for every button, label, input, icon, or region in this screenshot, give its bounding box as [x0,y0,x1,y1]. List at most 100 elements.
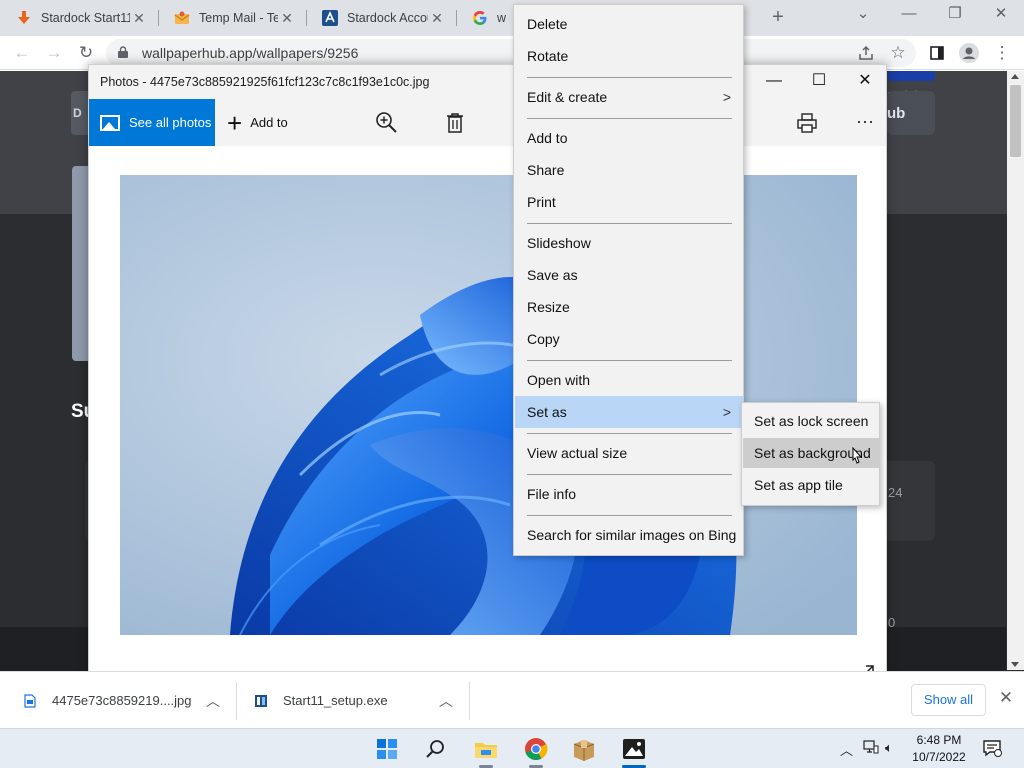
minimize-browser-button[interactable]: — [886,0,932,30]
menu-item-delete[interactable]: Delete [515,8,743,40]
chrome-icon[interactable] [522,735,550,763]
tab-temp-mail[interactable]: Temp Mail - Temp ✕ [158,0,306,36]
notification-center-icon[interactable] [982,739,1002,757]
download-item-chevron-icon[interactable]: ︿ [206,672,220,729]
package-box-icon[interactable] [570,735,598,763]
chevron-right-icon: > [722,89,731,105]
share-icon[interactable] [853,40,879,66]
photos-command-bar: See all photos + Add to ··· [89,99,886,146]
download-item[interactable]: Start11_setup.exe [255,672,388,729]
menu-item-print[interactable]: Print [515,186,743,218]
mail-icon [174,10,190,26]
forward-arrow-icon[interactable]: → [41,40,67,66]
print-icon[interactable] [795,111,819,135]
menu-item-label: Edit & create [527,89,608,105]
menu-separator [527,360,732,361]
menu-item-view-actual-size[interactable]: View actual size [515,437,743,469]
scrollbar-thumb[interactable] [1010,85,1021,157]
add-to-button[interactable]: + Add to [227,99,288,146]
back-arrow-icon[interactable]: ← [9,40,35,66]
close-browser-button[interactable]: ✕ [978,0,1024,30]
exe-file-icon [255,694,267,708]
tab-close-icon[interactable]: ✕ [428,10,446,27]
menu-item-label: Print [527,194,556,210]
menu-item-label: Slideshow [527,235,591,251]
tab-stardock-start11[interactable]: Stardock Start11 ✕ [0,0,158,36]
menu-item-share[interactable]: Share [515,154,743,186]
menu-item-label: Save as [527,267,578,283]
menu-item-slideshow[interactable]: Slideshow [515,227,743,259]
photos-app-icon[interactable] [620,735,648,763]
volume-icon[interactable]: 🔈︎ [885,740,893,756]
download-separator [469,682,470,720]
menu-item-add-to[interactable]: Add to [515,122,743,154]
start-windows-icon[interactable] [373,735,401,763]
url-text: wallpaperhub.app/wallpapers/9256 [142,45,359,61]
page-hub-button[interactable]: ub [887,91,935,135]
menu-item-edit-create[interactable]: Edit & create > [515,81,743,113]
show-all-downloads-button[interactable]: Show all [911,684,986,716]
submenu-item-app-tile[interactable]: Set as app tile [743,470,879,500]
download-file-name: Start11_setup.exe [283,693,388,708]
menu-separator [527,474,732,475]
zoom-in-icon[interactable] [375,111,399,135]
tab-title: Stardock Account [347,11,428,25]
more-menu-icon[interactable]: ⋮ [989,40,1015,66]
menu-item-search-bing[interactable]: Search for similar images on Bing [515,519,743,551]
taskbar-clock[interactable]: 6:48 PM 10/7/2022 [910,732,968,766]
address-bar[interactable]: wallpaperhub.app/wallpapers/9256 [106,39,916,67]
side-panel-icon[interactable] [924,40,950,66]
menu-item-set-as[interactable]: Set as > [515,396,743,428]
tab-stardock-account[interactable]: Stardock Account ✕ [306,0,456,36]
menu-item-save-as[interactable]: Save as [515,259,743,291]
download-shelf: 4475e73c8859219....jpg ︿ Start11_setup.e… [0,671,1024,728]
menu-item-label: Set as [527,404,567,420]
download-item-chevron-icon[interactable]: ︿ [439,672,453,729]
menu-item-label: Search for similar images on Bing [527,527,737,543]
close-download-shelf-icon[interactable]: ✕ [996,688,1016,708]
show-hidden-icons-chevron-icon[interactable]: ︿ [840,740,853,759]
submenu-item-lock-screen[interactable]: Set as lock screen [743,406,879,436]
menu-item-resize[interactable]: Resize [515,291,743,323]
file-explorer-icon[interactable] [472,735,500,763]
profile-avatar-icon[interactable] [956,40,982,66]
reload-icon[interactable]: ↻ [73,40,99,66]
menu-item-file-info[interactable]: File info [515,478,743,510]
scroll-down-arrow-icon[interactable] [1011,662,1019,667]
network-icon[interactable] [863,740,879,757]
delete-trash-icon[interactable] [443,111,467,135]
restore-browser-button[interactable]: ❐ [932,0,978,30]
menu-item-label: Delete [527,16,568,32]
photos-maximize-button[interactable]: ☐ [796,65,842,99]
menu-item-rotate[interactable]: Rotate [515,40,743,72]
page-scrollbar[interactable] [1007,71,1024,670]
photos-app-window: Photos - 4475e73c885921925f61fcf123c7c8c… [88,64,887,697]
menu-item-copy[interactable]: Copy [515,323,743,355]
photos-title-bar[interactable]: Photos - 4475e73c885921925f61fcf123c7c8c… [89,65,886,99]
more-options-icon[interactable]: ··· [853,111,877,135]
see-all-photos-button[interactable]: See all photos [89,99,215,146]
download-separator [236,682,237,720]
page-hub-button-label: ub [887,105,906,122]
tab-google-search[interactable]: wind [456,0,516,36]
lock-icon [118,46,128,58]
new-tab-button[interactable]: + [766,6,790,30]
clock-date: 10/7/2022 [912,750,966,764]
scroll-up-arrow-icon[interactable] [1011,74,1019,79]
search-icon[interactable] [422,735,450,763]
photos-close-button[interactable]: ✕ [842,65,886,99]
photos-minimize-button[interactable]: — [751,65,797,99]
bookmark-star-icon[interactable]: ☆ [885,40,911,66]
tab-search-chevron-icon[interactable]: ⌄ [840,0,886,30]
tab-close-icon[interactable]: ✕ [278,10,296,27]
menu-separator [527,118,732,119]
photo-context-menu: Delete Rotate Edit & create > Add to Shar… [513,4,744,556]
download-item[interactable]: 4475e73c8859219....jpg [24,672,192,729]
photos-window-title: Photos - 4475e73c885921925f61fcf123c7c8c… [100,75,430,89]
menu-item-open-with[interactable]: Open with [515,364,743,396]
page-thumbnail [888,71,935,81]
menu-item-label: Rotate [527,48,569,64]
menu-item-label: View actual size [527,445,628,461]
tab-close-icon[interactable]: ✕ [130,10,148,27]
submenu-item-label: Set as app tile [754,477,843,493]
